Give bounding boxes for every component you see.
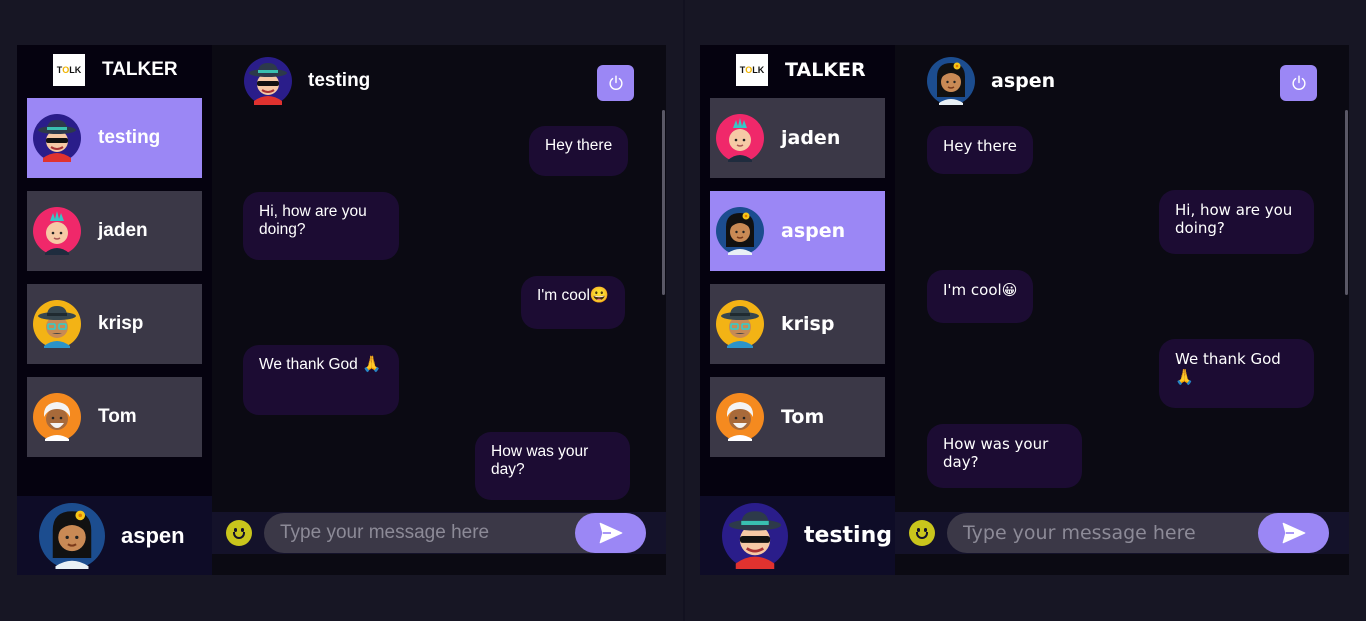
current-user-name: aspen bbox=[121, 522, 185, 548]
avatar-flower-girl-icon bbox=[716, 207, 764, 255]
chat-title: testing bbox=[308, 70, 371, 91]
contact-name: aspen bbox=[781, 220, 846, 242]
avatar-white-hair-icon bbox=[33, 393, 81, 441]
contact-item-jaden[interactable]: jaden bbox=[27, 191, 202, 271]
send-icon bbox=[1280, 520, 1308, 546]
composer bbox=[895, 512, 1349, 554]
contact-item-krisp[interactable]: krisp bbox=[27, 284, 202, 364]
footer-strip bbox=[895, 554, 1349, 575]
brand-name: TALKER bbox=[785, 59, 866, 81]
message-list: Hey there Hi, how are you doing? I'm coo… bbox=[212, 117, 666, 513]
contact-item-tom[interactable]: Tom bbox=[27, 377, 202, 457]
message-bubble: Hi, how are you doing? bbox=[243, 192, 399, 260]
avatar-flower-girl-icon bbox=[39, 503, 105, 569]
contact-list: jaden aspen krisp Tom bbox=[710, 98, 885, 470]
current-user: testing bbox=[700, 496, 895, 575]
avatar-hat-glasses-icon bbox=[716, 300, 764, 348]
message-bubble: Hi, how are you doing? bbox=[1159, 190, 1314, 254]
message-bubble: How was your day? bbox=[927, 424, 1082, 488]
contact-item-krisp[interactable]: krisp bbox=[710, 284, 885, 364]
chat-panel: testing Hey there Hi, how are you doing?… bbox=[212, 45, 666, 575]
sidebar: T O LK TALKER testing jaden krisp Tom as… bbox=[17, 45, 212, 575]
footer-strip bbox=[212, 554, 666, 575]
power-icon bbox=[1290, 74, 1308, 92]
brand-logo: T O LK bbox=[736, 54, 768, 86]
composer bbox=[212, 512, 666, 554]
avatar-white-hair-icon bbox=[716, 393, 764, 441]
power-icon bbox=[607, 74, 625, 92]
avatar-mohawk-icon bbox=[33, 207, 81, 255]
contact-name: testing bbox=[98, 127, 161, 148]
logout-button[interactable] bbox=[1280, 65, 1317, 101]
message-bubble: We thank God 🙏 bbox=[243, 345, 399, 415]
avatar-hat-sunglasses-icon bbox=[33, 114, 81, 162]
contact-item-jaden[interactable]: jaden bbox=[710, 98, 885, 178]
logout-button[interactable] bbox=[597, 65, 634, 101]
send-button[interactable] bbox=[1258, 513, 1329, 553]
message-bubble: Hey there bbox=[529, 126, 629, 176]
chat-panel: aspen Hey there Hi, how are you doing? I… bbox=[895, 45, 1349, 575]
message-bubble: We thank God 🙏 bbox=[1159, 339, 1314, 408]
contact-name: Tom bbox=[781, 406, 825, 428]
screen: T O LK TALKER testing jaden krisp Tom as… bbox=[0, 0, 1366, 621]
emoji-icon[interactable] bbox=[226, 520, 252, 546]
sidebar: T O LK TALKER jaden aspen krisp Tom test… bbox=[700, 45, 895, 575]
message-bubble: Hey there bbox=[927, 126, 1033, 174]
contact-name: krisp bbox=[781, 313, 835, 335]
message-list: Hey there Hi, how are you doing? I'm coo… bbox=[895, 117, 1349, 513]
contact-name: jaden bbox=[781, 127, 841, 149]
contact-name: jaden bbox=[98, 220, 148, 241]
chat-app-right: T O LK TALKER jaden aspen krisp Tom test… bbox=[700, 45, 1349, 575]
avatar-mohawk-icon bbox=[716, 114, 764, 162]
contact-list: testing jaden krisp Tom bbox=[27, 98, 202, 470]
send-icon bbox=[597, 520, 625, 546]
message-bubble: I'm cool😀 bbox=[927, 270, 1034, 323]
contact-item-aspen[interactable]: aspen bbox=[710, 191, 885, 271]
avatar-hat-sunglasses-icon bbox=[722, 503, 788, 569]
brand-name: TALKER bbox=[102, 59, 178, 80]
emoji-icon[interactable] bbox=[909, 520, 935, 546]
window-divider bbox=[683, 0, 685, 621]
current-user: aspen bbox=[17, 496, 212, 575]
avatar-hat-sunglasses-icon bbox=[244, 57, 292, 105]
contact-item-tom[interactable]: Tom bbox=[710, 377, 885, 457]
chat-title: aspen bbox=[991, 70, 1056, 92]
current-user-name: testing bbox=[804, 523, 892, 548]
send-button[interactable] bbox=[575, 513, 646, 553]
contact-name: krisp bbox=[98, 313, 144, 334]
message-bubble: How was your day? bbox=[475, 432, 630, 500]
avatar-flower-girl-icon bbox=[927, 57, 975, 105]
brand-logo: T O LK bbox=[53, 54, 85, 86]
chat-app-left: T O LK TALKER testing jaden krisp Tom as… bbox=[17, 45, 666, 575]
avatar-hat-glasses-icon bbox=[33, 300, 81, 348]
contact-name: Tom bbox=[98, 406, 137, 427]
contact-item-testing[interactable]: testing bbox=[27, 98, 202, 178]
brand: T O LK TALKER bbox=[700, 45, 895, 95]
brand: T O LK TALKER bbox=[17, 45, 212, 95]
message-bubble: I'm cool😀 bbox=[521, 276, 626, 329]
